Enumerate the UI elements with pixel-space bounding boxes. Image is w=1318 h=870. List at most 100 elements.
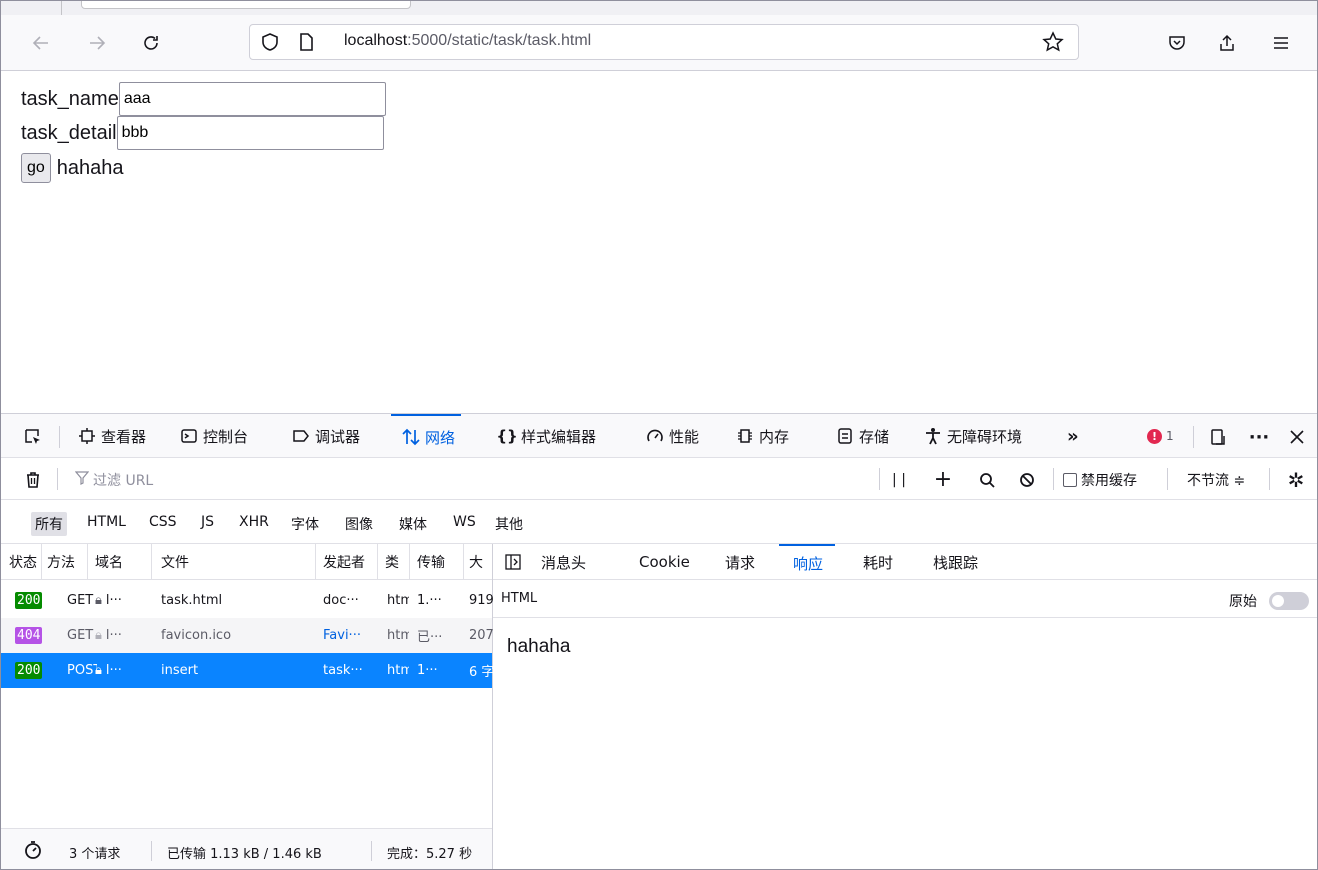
- tab-memory[interactable]: 内存: [735, 414, 789, 458]
- more-tabs-chevron-icon[interactable]: »: [1067, 414, 1079, 458]
- pocket-icon[interactable]: [1163, 29, 1191, 57]
- request-initiator: doc···: [323, 593, 359, 608]
- add-request-icon[interactable]: +: [933, 467, 953, 492]
- tracking-shield-icon[interactable]: [260, 32, 280, 56]
- column-domain[interactable]: 域名: [91, 544, 151, 579]
- column-initiator[interactable]: 发起者: [319, 544, 375, 579]
- column-type[interactable]: 类: [381, 544, 409, 579]
- type-filter-all[interactable]: 所有: [31, 512, 67, 536]
- network-settings-gear-icon[interactable]: ✲: [1285, 468, 1307, 492]
- filter-divider-5: [1269, 468, 1270, 490]
- braces-icon: {}: [496, 427, 518, 445]
- tab-cookies[interactable]: Cookie: [639, 544, 690, 580]
- disable-cache-checkbox[interactable]: 禁用缓存: [1063, 470, 1137, 490]
- page-info-icon[interactable]: [296, 32, 316, 56]
- column-transferred[interactable]: 传输: [413, 544, 461, 579]
- tab-console[interactable]: 控制台: [179, 414, 248, 458]
- block-icon[interactable]: [1017, 470, 1037, 490]
- type-filter-ws[interactable]: WS: [449, 512, 480, 532]
- element-picker-icon[interactable]: [21, 426, 45, 448]
- checkbox-box: [1063, 473, 1077, 487]
- request-list-header: 状态 方法 域名 文件 发起者 类 传输 大: [1, 544, 492, 580]
- trash-icon[interactable]: [23, 470, 43, 490]
- tab-style-editor[interactable]: {} 样式编辑器: [496, 414, 597, 458]
- tab-headers[interactable]: 消息头: [541, 544, 586, 580]
- tab-response[interactable]: 响应: [779, 544, 836, 580]
- domain-text: l···: [105, 593, 122, 608]
- forward-icon[interactable]: [83, 29, 111, 57]
- tab-divider: [61, 1, 62, 15]
- close-devtools-icon[interactable]: [1285, 426, 1309, 448]
- performance-gauge-icon: [645, 426, 665, 446]
- tab-debugger[interactable]: 调试器: [291, 414, 360, 458]
- status-badge: 404: [15, 627, 43, 644]
- url-text[interactable]: localhost:5000/static/task/task.html: [344, 32, 591, 50]
- stopwatch-icon[interactable]: [23, 840, 43, 864]
- tab-inspector[interactable]: 查看器: [77, 414, 146, 458]
- detail-tabs: 消息头 Cookie 请求 响应 耗时 栈跟踪: [493, 544, 1317, 580]
- tab-accessibility[interactable]: 无障碍环境: [923, 414, 1022, 458]
- share-icon[interactable]: [1213, 29, 1241, 57]
- more-options-icon[interactable]: ···: [1247, 426, 1271, 448]
- request-type: htm: [387, 663, 409, 678]
- response-type-label: HTML: [501, 591, 538, 606]
- lock-icon: 🔒︎: [95, 593, 102, 608]
- browser-tab[interactable]: [81, 1, 411, 9]
- request-status: 200: [11, 653, 45, 688]
- column-file[interactable]: 文件: [157, 544, 317, 579]
- request-transferred: 1···: [417, 663, 438, 678]
- navigation-bar: localhost:5000/static/task/task.html: [1, 15, 1317, 71]
- toggle-sidebar-icon[interactable]: [505, 544, 521, 580]
- type-filter-media[interactable]: 媒体: [395, 512, 431, 536]
- type-filter-images[interactable]: 图像: [341, 512, 377, 536]
- request-initiator[interactable]: Favi···: [319, 618, 375, 653]
- type-filter-js[interactable]: JS: [197, 512, 218, 532]
- responsive-design-icon[interactable]: [1207, 426, 1229, 448]
- column-status[interactable]: 状态: [5, 544, 41, 579]
- domain-text: l···: [105, 628, 122, 643]
- request-row-selected[interactable]: 200 POST 🔒︎l··· insert task··· htm 1··· …: [1, 653, 493, 688]
- tab-performance[interactable]: 性能: [645, 414, 699, 458]
- filter-url-input[interactable]: 过滤 URL: [74, 470, 153, 490]
- tab-request[interactable]: 请求: [725, 544, 755, 580]
- request-file: insert: [161, 663, 199, 678]
- tab-strip: [1, 1, 1317, 15]
- lock-icon: 🔒︎: [95, 628, 102, 643]
- request-row[interactable]: 404 GET 🔒︎l··· favicon.ico Favi··· htm 已…: [1, 618, 493, 653]
- tab-network[interactable]: 网络: [391, 414, 462, 458]
- type-filter-other[interactable]: 其他: [491, 512, 527, 536]
- raw-toggle-switch[interactable]: [1269, 592, 1309, 610]
- tab-stack-trace[interactable]: 栈跟踪: [933, 544, 978, 580]
- request-status: 200: [11, 583, 45, 618]
- bookmark-star-icon[interactable]: [1042, 31, 1064, 57]
- url-bar[interactable]: localhost:5000/static/task/task.html: [249, 24, 1079, 60]
- error-icon: !: [1147, 428, 1162, 444]
- type-filter-xhr[interactable]: XHR: [235, 512, 273, 532]
- request-row[interactable]: 200 GET 🔒︎l··· task.html doc··· htm 1.··…: [1, 583, 493, 618]
- tab-timings[interactable]: 耗时: [863, 544, 893, 580]
- search-icon[interactable]: [977, 470, 997, 490]
- go-button[interactable]: go: [21, 153, 51, 183]
- back-icon[interactable]: [27, 29, 55, 57]
- response-body: hahaha: [507, 636, 571, 657]
- browser-window: localhost:5000/static/task/task.html tas…: [0, 0, 1318, 870]
- task-detail-input[interactable]: [116, 116, 384, 150]
- column-divider: [87, 544, 88, 580]
- type-filter-fonts[interactable]: 字体: [287, 512, 323, 536]
- inspector-icon: [77, 426, 97, 446]
- type-filter-css[interactable]: CSS: [145, 512, 181, 532]
- storage-icon: [835, 426, 855, 446]
- error-indicator[interactable]: ! 1: [1147, 414, 1174, 458]
- column-method[interactable]: 方法: [43, 544, 87, 579]
- throttle-select[interactable]: 不节流 ≑: [1187, 470, 1245, 490]
- menu-icon[interactable]: [1267, 29, 1295, 57]
- task-name-input[interactable]: [118, 82, 386, 116]
- type-filter-html[interactable]: HTML: [83, 512, 130, 532]
- tab-storage[interactable]: 存储: [835, 414, 889, 458]
- pause-icon[interactable]: | |: [889, 470, 909, 490]
- url-path: :5000/static/task/task.html: [407, 32, 592, 49]
- tab-style-editor-label: 样式编辑器: [521, 427, 597, 446]
- column-size[interactable]: 大: [465, 544, 493, 579]
- reload-icon[interactable]: [137, 29, 165, 57]
- task-name-label: task_name: [21, 87, 119, 110]
